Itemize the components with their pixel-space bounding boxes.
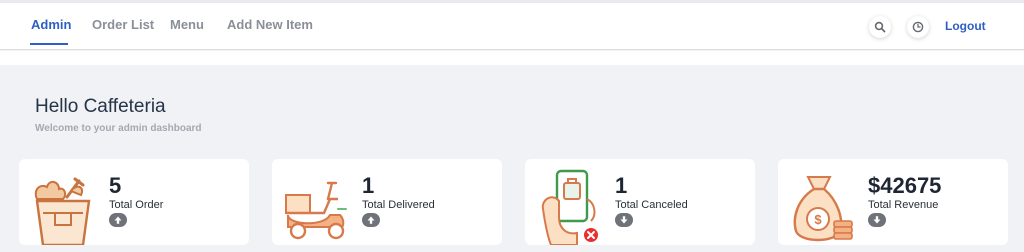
canceled-order-phone-icon	[541, 169, 598, 245]
stat-label: Total Order	[109, 199, 164, 211]
clock-icon	[912, 21, 924, 33]
active-tab-indicator	[30, 43, 68, 45]
stat-card-total-delivered: 1 Total Delivered	[272, 159, 502, 245]
arrow-up-icon	[114, 216, 122, 224]
stat-value: $42675	[868, 173, 942, 198]
stat-card-total-canceled: 1 Total Canceled	[525, 159, 755, 245]
tab-admin[interactable]: Admin	[31, 17, 71, 32]
stat-label: Total Canceled	[615, 199, 688, 211]
money-bag-icon: $	[793, 176, 853, 242]
stat-value: 5	[109, 173, 122, 198]
tab-order-list[interactable]: Order List	[92, 17, 154, 32]
trend-down-badge	[615, 213, 633, 227]
trend-down-badge	[868, 213, 886, 227]
arrow-down-icon	[873, 216, 881, 224]
clock-button[interactable]	[907, 16, 929, 38]
stat-label: Total Delivered	[362, 199, 435, 211]
search-icon	[874, 21, 886, 33]
stat-label: Total Revenue	[868, 199, 939, 211]
stat-value: 1	[615, 173, 628, 198]
trend-up-badge	[109, 213, 127, 227]
arrow-up-icon	[367, 216, 375, 224]
page-title: Hello Caffeteria	[35, 96, 166, 117]
stat-card-total-revenue: $ $42675 Total Revenue	[778, 159, 1008, 245]
arrow-down-icon	[620, 216, 628, 224]
top-navbar: Admin Order List Menu Add New Item Logou…	[0, 3, 1024, 50]
header-spacer	[0, 51, 1024, 65]
delivery-scooter-icon	[285, 181, 347, 240]
logout-link[interactable]: Logout	[945, 19, 986, 33]
page-subtitle: Welcome to your admin dashboard	[35, 123, 202, 134]
svg-text:$: $	[814, 212, 822, 227]
stat-card-total-order: 5 Total Order	[19, 159, 249, 245]
trend-up-badge	[362, 213, 380, 227]
stat-value: 1	[362, 173, 375, 198]
search-button[interactable]	[869, 16, 891, 38]
tab-menu[interactable]: Menu	[170, 17, 204, 32]
tab-add-new-item[interactable]: Add New Item	[227, 17, 313, 32]
food-basket-icon	[34, 177, 91, 245]
